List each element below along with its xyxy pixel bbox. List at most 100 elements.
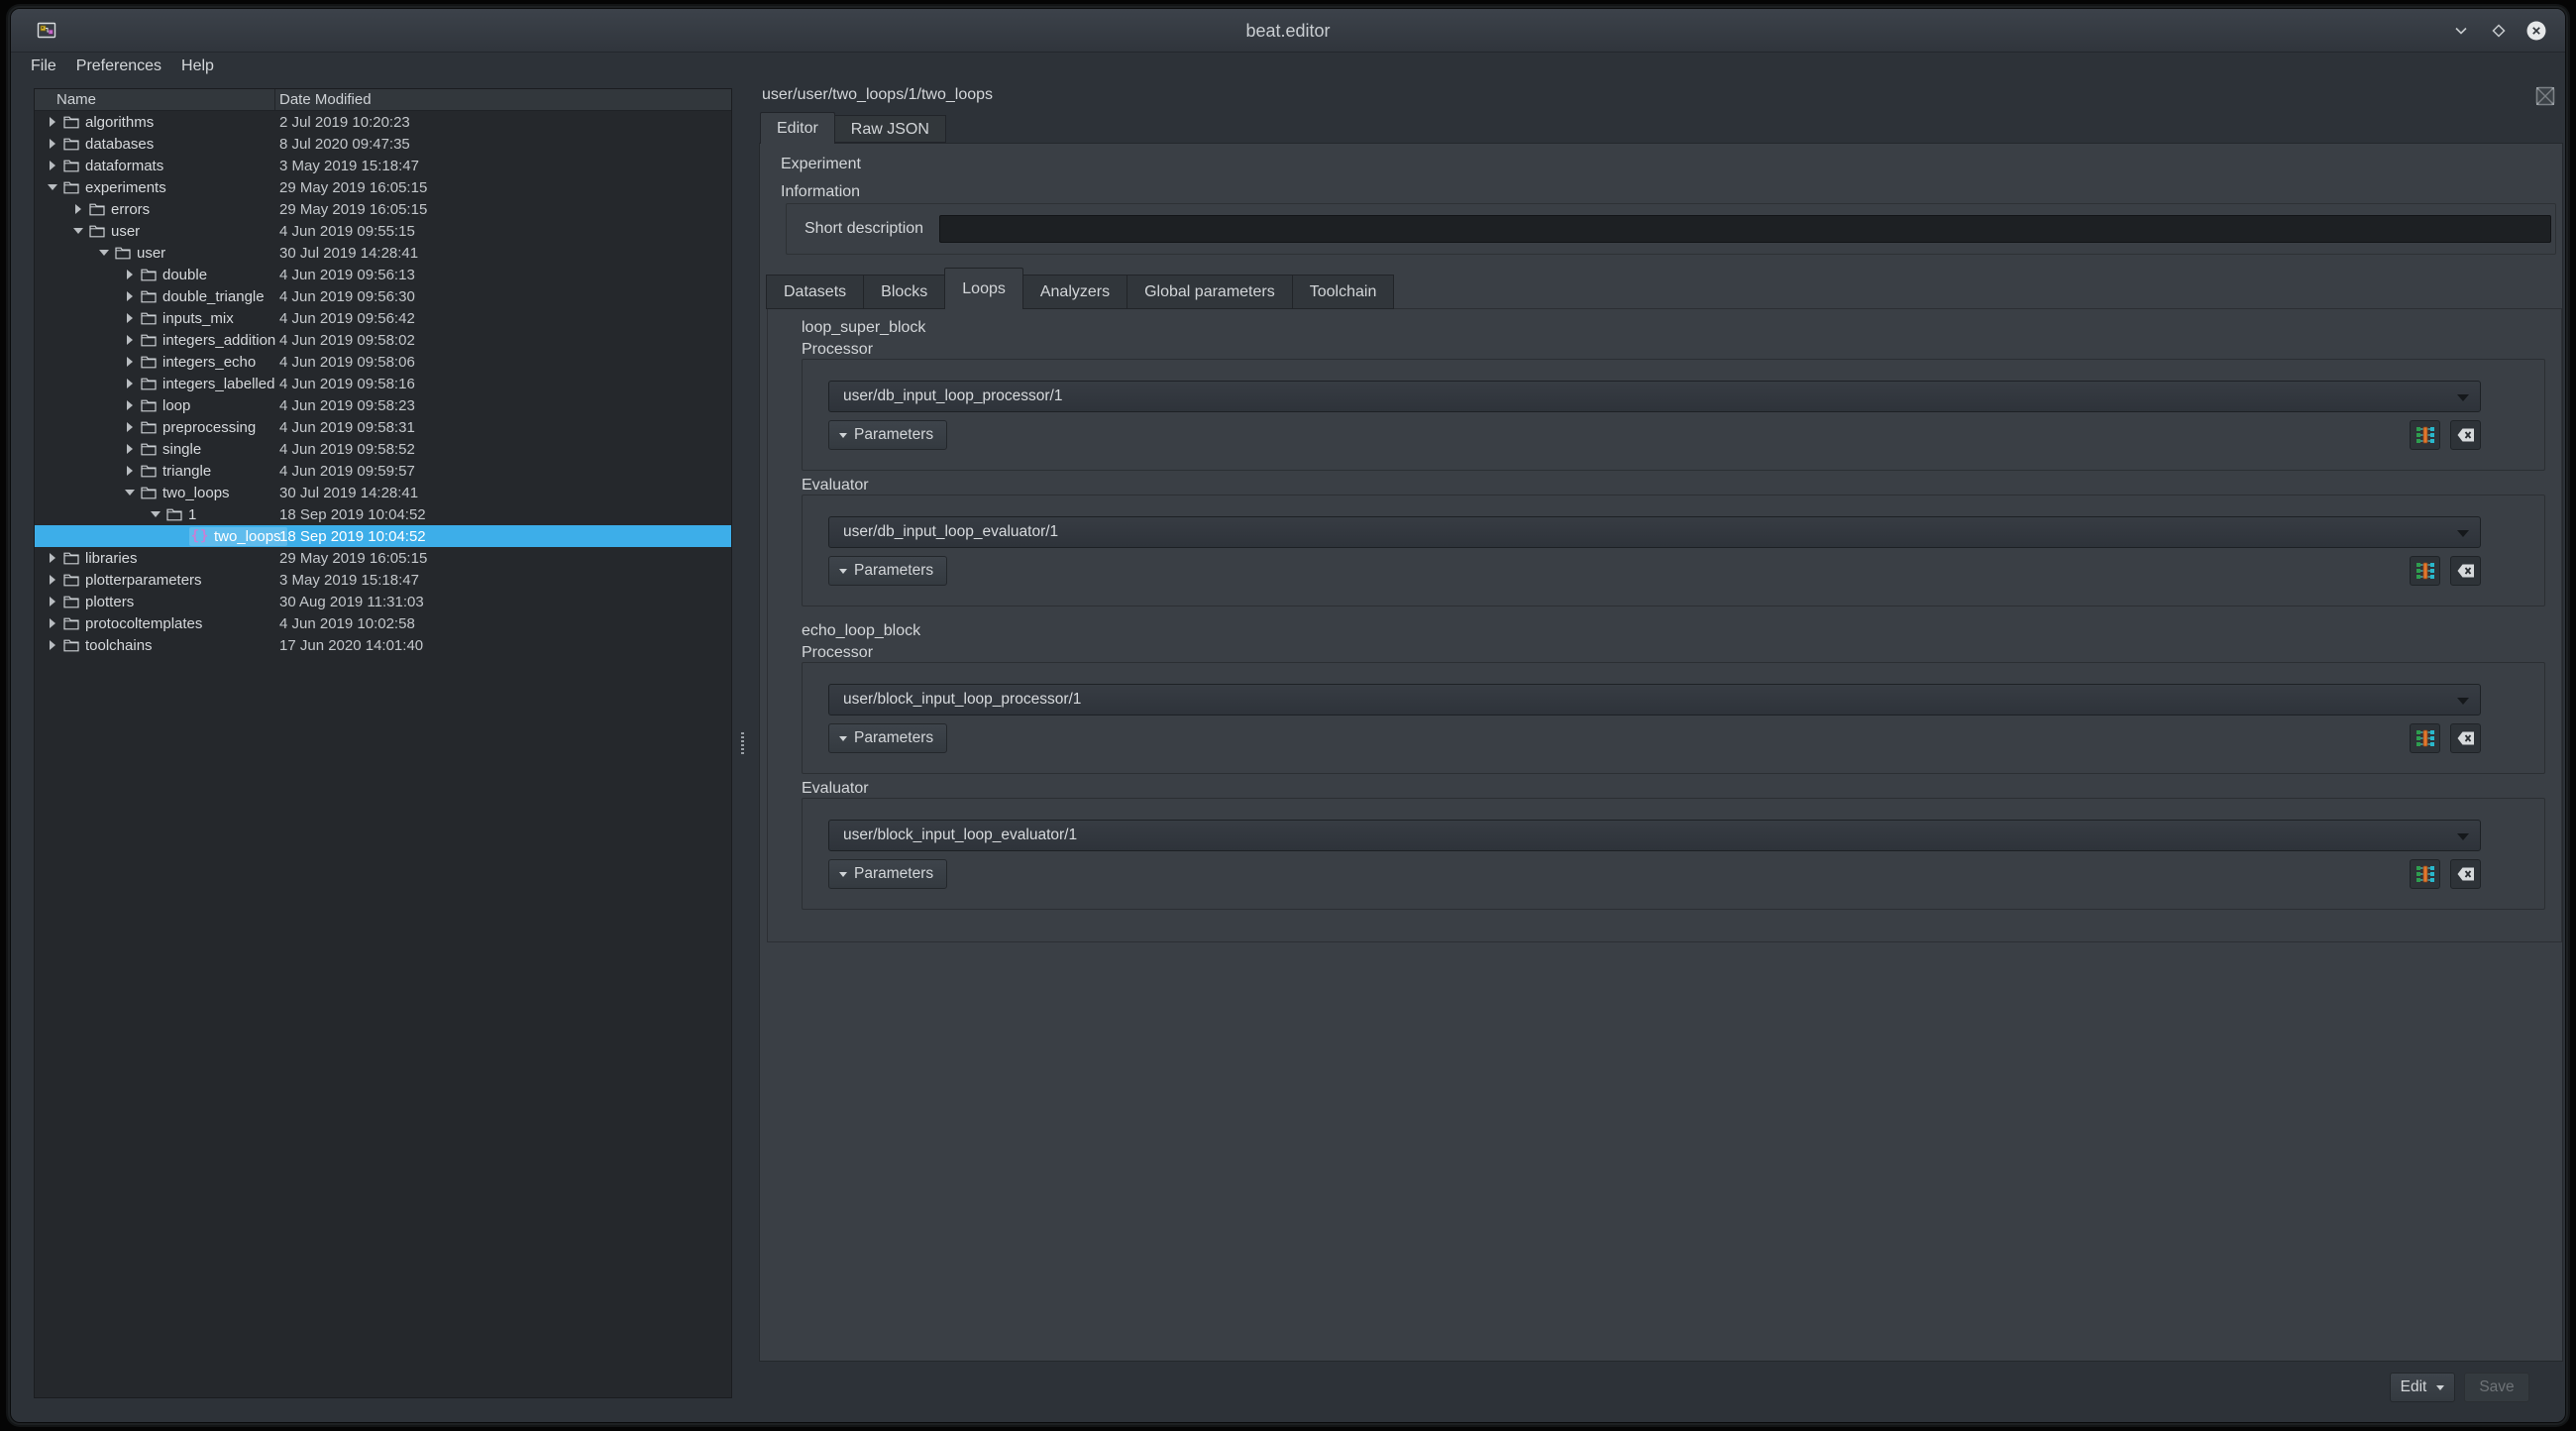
algorithm-combobox[interactable]: user/block_input_loop_evaluator/1 (828, 820, 2481, 851)
expand-arrow-icon[interactable] (122, 379, 138, 388)
tree-row[interactable]: {} loop 4 Jun 2019 09:58:23 (35, 394, 731, 416)
edit-dropdown-button[interactable]: Edit (2390, 1373, 2455, 1402)
tree-row[interactable]: {} plotters 30 Aug 2019 11:31:03 (35, 591, 731, 612)
tab-analyzers[interactable]: Analyzers (1022, 275, 1127, 309)
clear-selection-button[interactable] (2450, 859, 2481, 889)
short-description-input[interactable] (939, 215, 2551, 243)
expand-arrow-icon[interactable] (122, 400, 138, 410)
toolchain-view-button[interactable] (2410, 556, 2440, 586)
loop-block-name: echo_loop_block (802, 622, 2561, 640)
tree-row[interactable]: {} plotterparameters 3 May 2019 15:18:47 (35, 569, 731, 591)
clear-selection-button[interactable] (2450, 723, 2481, 753)
algorithm-group: user/block_input_loop_evaluator/1 Parame… (802, 798, 2545, 910)
parameters-toggle-button[interactable]: Parameters (828, 859, 947, 889)
expand-arrow-icon[interactable] (45, 597, 60, 606)
tab-loops[interactable]: Loops (944, 268, 1023, 309)
expand-arrow-icon[interactable] (45, 139, 60, 149)
tab-datasets[interactable]: Datasets (766, 275, 864, 309)
tree-row[interactable]: {} toolchains 17 Jun 2020 14:01:40 (35, 634, 731, 656)
expand-arrow-icon[interactable] (122, 335, 138, 345)
close-button[interactable] (2522, 16, 2551, 46)
toolchain-view-button[interactable] (2410, 723, 2440, 753)
folder-icon: {} (63, 158, 79, 173)
window-title: beat.editor (11, 9, 2565, 53)
tree-row[interactable]: {} databases 8 Jul 2020 09:47:35 (35, 133, 731, 155)
menu-help[interactable]: Help (171, 57, 224, 75)
expand-arrow-icon[interactable] (122, 291, 138, 301)
tree-row[interactable]: {} integers_echo 4 Jun 2019 09:58:06 (35, 351, 731, 373)
folder-icon: {} (141, 376, 157, 391)
parameters-toggle-button[interactable]: Parameters (828, 723, 947, 753)
tree-row[interactable]: {} single 4 Jun 2019 09:58:52 (35, 438, 731, 460)
algorithm-combobox[interactable]: user/db_input_loop_processor/1 (828, 381, 2481, 412)
expand-arrow-icon[interactable] (96, 250, 112, 256)
expand-arrow-icon[interactable] (45, 117, 60, 127)
splitter-handle[interactable] (741, 732, 744, 754)
tree-row[interactable]: {} user 30 Jul 2019 14:28:41 (35, 242, 731, 264)
expand-arrow-icon[interactable] (45, 553, 60, 563)
tree-row-namecell: {} databases (60, 135, 160, 154)
tree-row[interactable]: {} experiments 29 May 2019 16:05:15 (35, 176, 731, 198)
toolchain-view-button[interactable] (2410, 859, 2440, 889)
folder-icon: {} (141, 267, 157, 282)
buttons-row: Parameters (828, 556, 2481, 586)
tab-toolchain[interactable]: Toolchain (1292, 275, 1395, 309)
expand-arrow-icon[interactable] (70, 228, 86, 234)
expand-arrow-icon[interactable] (45, 618, 60, 628)
minimize-button[interactable] (2446, 16, 2476, 46)
expand-arrow-icon[interactable] (45, 161, 60, 170)
titlebar[interactable]: beat.editor (11, 9, 2565, 53)
tree-row[interactable]: {} protocoltemplates 4 Jun 2019 10:02:58 (35, 612, 731, 634)
tree-row[interactable]: {} inputs_mix 4 Jun 2019 09:56:42 (35, 307, 731, 329)
save-button[interactable]: Save (2464, 1373, 2529, 1402)
expand-arrow-icon[interactable] (122, 270, 138, 279)
expand-arrow-icon[interactable] (148, 511, 163, 517)
expand-arrow-icon[interactable] (122, 444, 138, 454)
menu-file[interactable]: File (21, 57, 66, 75)
parameters-toggle-button[interactable]: Parameters (828, 420, 947, 450)
folder-icon: {} (63, 572, 79, 588)
tree-header-date[interactable]: Date Modified (279, 89, 372, 111)
tree-row[interactable]: {} preprocessing 4 Jun 2019 09:58:31 (35, 416, 731, 438)
expand-arrow-icon[interactable] (122, 313, 138, 323)
tab-editor[interactable]: Editor (760, 112, 835, 144)
tree-row[interactable]: {} libraries 29 May 2019 16:05:15 (35, 547, 731, 569)
tab-raw-json[interactable]: Raw JSON (834, 115, 946, 143)
tree-row[interactable]: {} triangle 4 Jun 2019 09:59:57 (35, 460, 731, 482)
tree-row-label: two_loops (162, 485, 230, 501)
expand-arrow-icon[interactable] (122, 357, 138, 367)
tree-row[interactable]: {} 1 18 Sep 2019 10:04:52 (35, 503, 731, 525)
tree-row[interactable]: {} double 4 Jun 2019 09:56:13 (35, 264, 731, 285)
expand-arrow-icon[interactable] (70, 204, 86, 214)
tab-global-parameters[interactable]: Global parameters (1127, 275, 1293, 309)
tree-row[interactable]: {} user 4 Jun 2019 09:55:15 (35, 220, 731, 242)
tree-row[interactable]: {} errors 29 May 2019 16:05:15 (35, 198, 731, 220)
expand-arrow-icon[interactable] (122, 466, 138, 476)
algorithm-combobox[interactable]: user/block_input_loop_processor/1 (828, 684, 2481, 716)
clear-selection-button[interactable] (2450, 420, 2481, 450)
expand-arrow-icon[interactable] (45, 184, 60, 190)
expand-arrow-icon[interactable] (45, 575, 60, 585)
tree-row[interactable]: {} algorithms 2 Jul 2019 10:20:23 (35, 111, 731, 133)
menu-preferences[interactable]: Preferences (66, 57, 171, 75)
tree-row-namecell: {} single (138, 440, 207, 459)
tree-row[interactable]: {} double_triangle 4 Jun 2019 09:56:30 (35, 285, 731, 307)
column-divider[interactable] (274, 89, 275, 110)
clear-selection-button[interactable] (2450, 556, 2481, 586)
tree-row[interactable]: {} dataformats 3 May 2019 15:18:47 (35, 155, 731, 176)
tab-blocks[interactable]: Blocks (863, 275, 945, 309)
tree-row[interactable]: {} integers_addition 4 Jun 2019 09:58:02 (35, 329, 731, 351)
app-window: beat.editor File Preferences (10, 8, 2566, 1423)
toolchain-view-button[interactable] (2410, 420, 2440, 450)
expand-arrow-icon[interactable] (45, 640, 60, 650)
algorithm-combobox[interactable]: user/db_input_loop_evaluator/1 (828, 516, 2481, 548)
tree-row[interactable]: {} integers_labelled 4 Jun 2019 09:58:16 (35, 373, 731, 394)
parameters-label: Parameters (854, 562, 933, 580)
expand-arrow-icon[interactable] (122, 490, 138, 495)
maximize-button[interactable] (2484, 16, 2514, 46)
tree-row[interactable]: {} two_loops 30 Jul 2019 14:28:41 (35, 482, 731, 503)
tree-row[interactable]: {} two_loops 18 Sep 2019 10:04:52 (35, 525, 731, 547)
tree-header-name[interactable]: Name (56, 89, 96, 111)
expand-arrow-icon[interactable] (122, 422, 138, 432)
parameters-toggle-button[interactable]: Parameters (828, 556, 947, 586)
